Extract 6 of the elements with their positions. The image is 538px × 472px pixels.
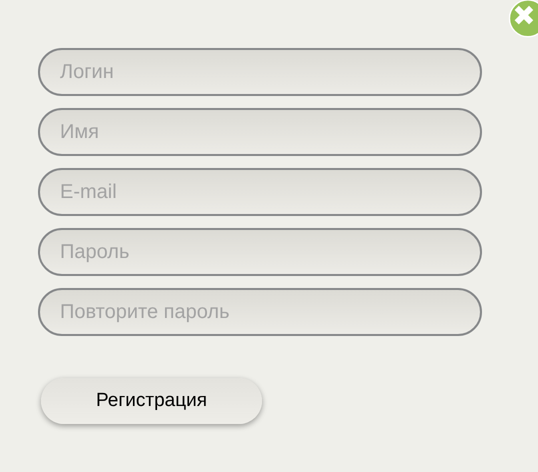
input-field[interactable]: Имя — [38, 108, 482, 156]
register-button[interactable]: Регистрация — [41, 378, 262, 424]
input-field[interactable]: Пароль — [38, 228, 482, 276]
input-field[interactable]: Повторите пароль — [38, 288, 482, 336]
input-field[interactable]: Логин — [38, 48, 482, 96]
input-field[interactable]: E-mail — [38, 168, 482, 216]
